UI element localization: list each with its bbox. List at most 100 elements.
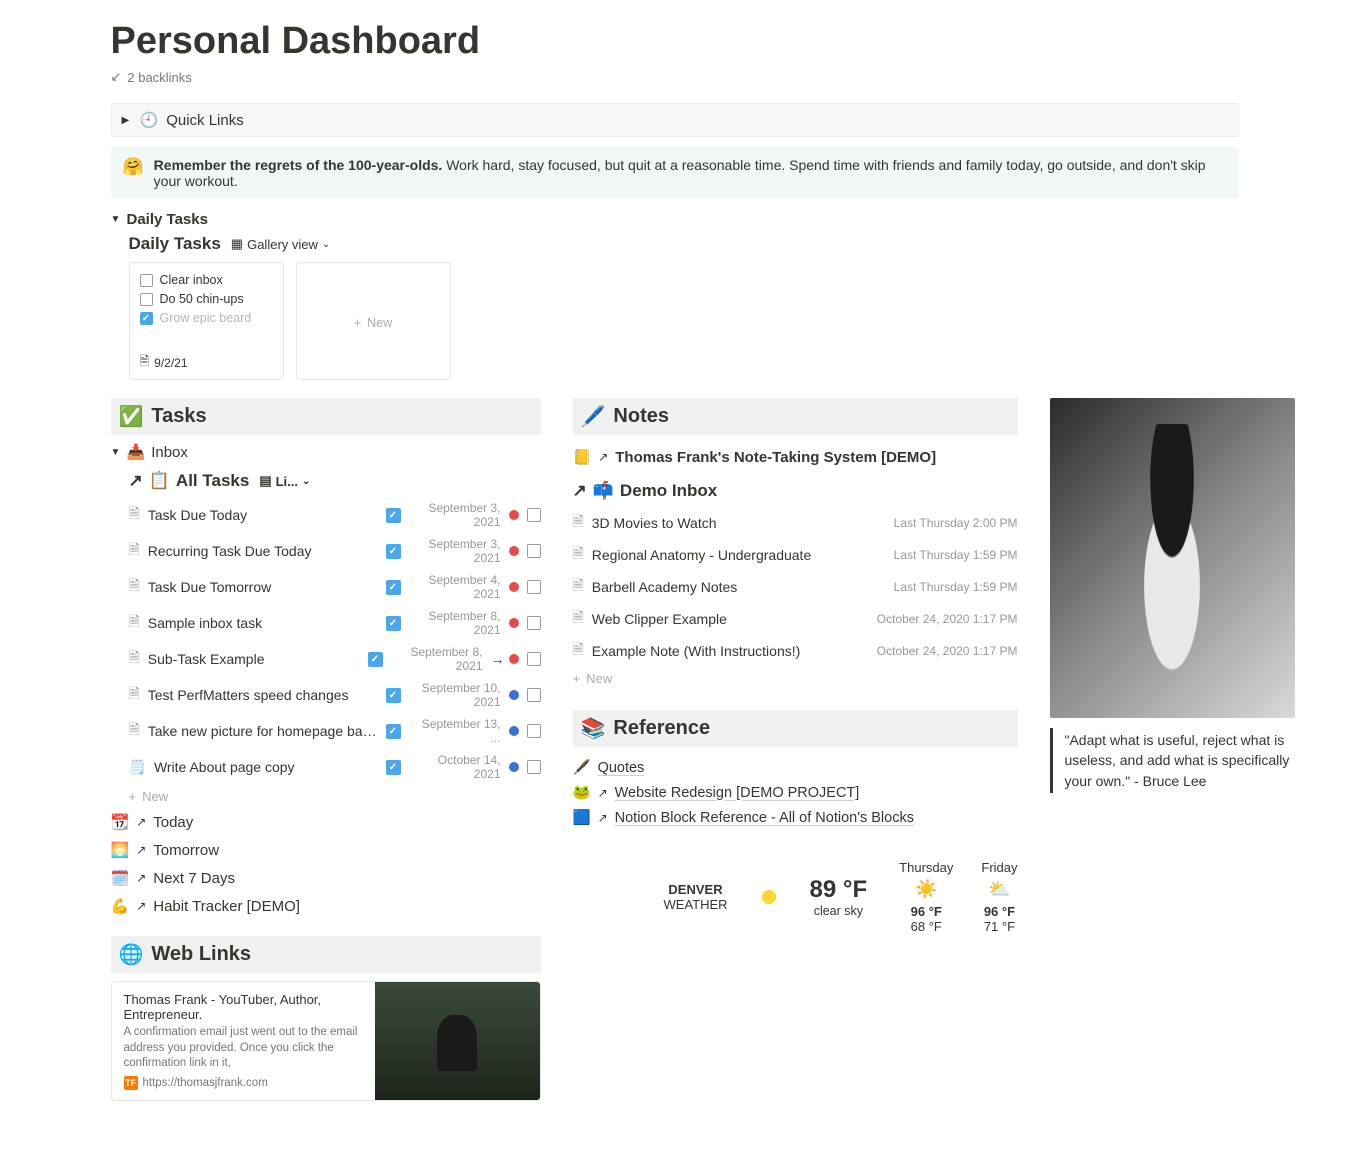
reference-link[interactable]: 🟦↗Notion Block Reference - All of Notion… [573,805,1018,830]
note-row[interactable]: 🗎Example Note (With Instructions!)Octobe… [573,635,1018,667]
weather-city: DENVER [664,882,728,897]
task-row[interactable]: 🗎Sample inbox task✓September 8, 2021 [129,605,541,641]
filter-link[interactable]: 🌅↗Tomorrow [111,836,541,864]
globe-icon: 🌐 [119,942,144,967]
list-view-selector[interactable]: ▤ Li... ⌄ [259,473,310,489]
checkbox-empty-icon[interactable] [527,688,541,702]
checkbox-empty-icon[interactable] [527,652,541,666]
checkbox-empty-icon[interactable] [527,544,541,558]
list-view-label: Li... [276,474,298,489]
note-system-link[interactable]: 📒 ↗ Thomas Frank's Note-Taking System [D… [573,443,1018,471]
add-task-button[interactable]: + New [129,785,541,808]
note-name: Example Note (With Instructions!) [592,643,801,659]
page-icon: 🗎 [573,543,584,567]
reference-link[interactable]: 🐸↗Website Redesign [DEMO PROJECT] [573,780,1018,805]
callout: 🤗 Remember the regrets of the 100-year-o… [111,147,1239,199]
card-item-label: Grow epic beard [160,311,252,325]
checkbox-checked-icon[interactable]: ✓ [368,652,383,667]
page-icon: 🗎 [129,647,140,671]
note-row[interactable]: 🗎Barbell Academy NotesLast Thursday 1:59… [573,571,1018,603]
inbox-toggle[interactable]: ▼ 📥 Inbox [111,443,541,461]
task-row[interactable]: 🗎Test PerfMatters speed changes✓Septembe… [129,677,541,713]
daily-tasks-db-title[interactable]: Daily Tasks [129,234,221,254]
task-row[interactable]: 🗎Sub-Task Example✓September 8, 2021→ [129,641,541,677]
arrow-ne-icon: ↗ [136,871,146,885]
task-row[interactable]: 🗎Task Due Today✓September 3, 2021 [129,497,541,533]
note-row[interactable]: 🗎3D Movies to WatchLast Thursday 2:00 PM [573,507,1018,539]
reference-header: 📚 Reference [573,710,1018,747]
checkbox-icon[interactable] [140,293,153,306]
checkbox-empty-icon[interactable] [527,724,541,738]
reference-link[interactable]: 🖋️Quotes [573,755,1018,780]
reference-header-label: Reference [613,717,710,740]
note-meta: Last Thursday 2:00 PM [894,516,1018,530]
card-item[interactable]: Grow epic beard [140,311,273,325]
demo-inbox-link[interactable]: ↗ 📫 Demo Inbox [573,481,1018,501]
checkbox-checked-icon[interactable]: ✓ [386,580,401,595]
weather-sub: WEATHER [664,897,728,912]
checkbox-checked-icon[interactable]: ✓ [386,724,401,739]
page-icon: 🗎 [573,639,584,663]
checkbox-checked-icon[interactable]: ✓ [386,688,401,703]
filter-link[interactable]: 📆↗Today [111,808,541,836]
gallery-icon: ▦ [231,236,243,252]
page-icon: 🗎 [573,575,584,599]
arrow-ne-icon: ↗ [136,815,146,829]
gallery-view-label: Gallery view [247,237,318,252]
card-item[interactable]: Clear inbox [140,273,273,287]
weblink-title: Thomas Frank - YouTuber, Author, Entrepr… [124,992,363,1022]
checkbox-empty-icon[interactable] [527,580,541,594]
daily-tasks-toggle[interactable]: ▼ Daily Tasks [111,211,1239,228]
backlinks[interactable]: ↙ 2 backlinks [111,69,1239,85]
task-name: Test PerfMatters speed changes [148,687,378,703]
task-date: September 10, 2021 [409,681,501,709]
weblink-desc: A confirmation email just went out to th… [124,1025,363,1072]
checkbox-checked-icon[interactable]: ✓ [386,544,401,559]
weather-day: Friday⛅96 °F71 °F [981,860,1017,934]
note-name: Barbell Academy Notes [592,579,738,595]
page-title: Personal Dashboard [111,20,1239,63]
checkbox-empty-icon[interactable] [527,508,541,522]
daily-card[interactable]: Clear inbox Do 50 chin-ups Grow epic bea… [129,262,284,380]
note-row[interactable]: 🗎Regional Anatomy - UndergraduateLast Th… [573,539,1018,571]
all-tasks-link[interactable]: ↗ 📋 All Tasks ▤ Li... ⌄ [129,471,541,491]
weblink-bookmark[interactable]: Thomas Frank - YouTuber, Author, Entrepr… [111,981,541,1101]
new-card-button[interactable]: + New [296,262,451,380]
filter-link[interactable]: 🗓️↗Next 7 Days [111,864,541,892]
checkbox-empty-icon[interactable] [527,760,541,774]
checkbox-checked-icon[interactable]: ✓ [386,508,401,523]
add-note-button[interactable]: + New [573,667,1018,690]
checkbox-empty-icon[interactable] [527,616,541,630]
add-note-label: New [586,671,612,686]
checkbox-checked-icon[interactable]: ✓ [386,760,401,775]
note-row[interactable]: 🗎Web Clipper ExampleOctober 24, 2020 1:1… [573,603,1018,635]
page-icon: 🗎 [129,539,140,563]
clock-icon: 🕘 [140,111,159,129]
task-name: Task Due Tomorrow [148,579,378,595]
card-item[interactable]: Do 50 chin-ups [140,292,273,306]
day-label: Thursday [899,860,953,875]
checkbox-icon[interactable] [140,274,153,287]
quick-links-toggle[interactable]: ▶ 🕘 Quick Links [111,103,1239,137]
quote-text: "Adapt what is useful, reject what is us… [1050,728,1295,793]
ref-label: Quotes [598,760,645,776]
checkbox-checked-icon[interactable]: ✓ [386,616,401,631]
checkbox-checked-icon[interactable] [140,312,153,325]
task-name: Recurring Task Due Today [148,543,378,559]
task-row[interactable]: 🗎Take new picture for homepage bac...✓Se… [129,713,541,749]
task-name: Task Due Today [148,507,378,523]
arrow-ne-icon: ↗ [136,843,146,857]
ref-icon: 🐸 [573,784,591,801]
day-hi: 96 °F [981,904,1017,919]
gallery-view-selector[interactable]: ▦ Gallery view ⌄ [231,236,330,252]
priority-dot-icon [509,510,519,520]
filter-link[interactable]: 💪↗Habit Tracker [DEMO] [111,892,541,920]
task-row[interactable]: 🗎Recurring Task Due Today✓September 3, 2… [129,533,541,569]
task-row[interactable]: 🗎Task Due Tomorrow✓September 4, 2021 [129,569,541,605]
card-item-label: Do 50 chin-ups [160,292,244,306]
pen-icon: 🖊️ [581,404,606,429]
task-row[interactable]: 🗒️Write About page copy✓October 14, 2021 [129,749,541,785]
page-icon: 🗎 [140,352,150,373]
note-name: Regional Anatomy - Undergraduate [592,547,811,563]
daily-tasks-label: Daily Tasks [127,211,208,228]
